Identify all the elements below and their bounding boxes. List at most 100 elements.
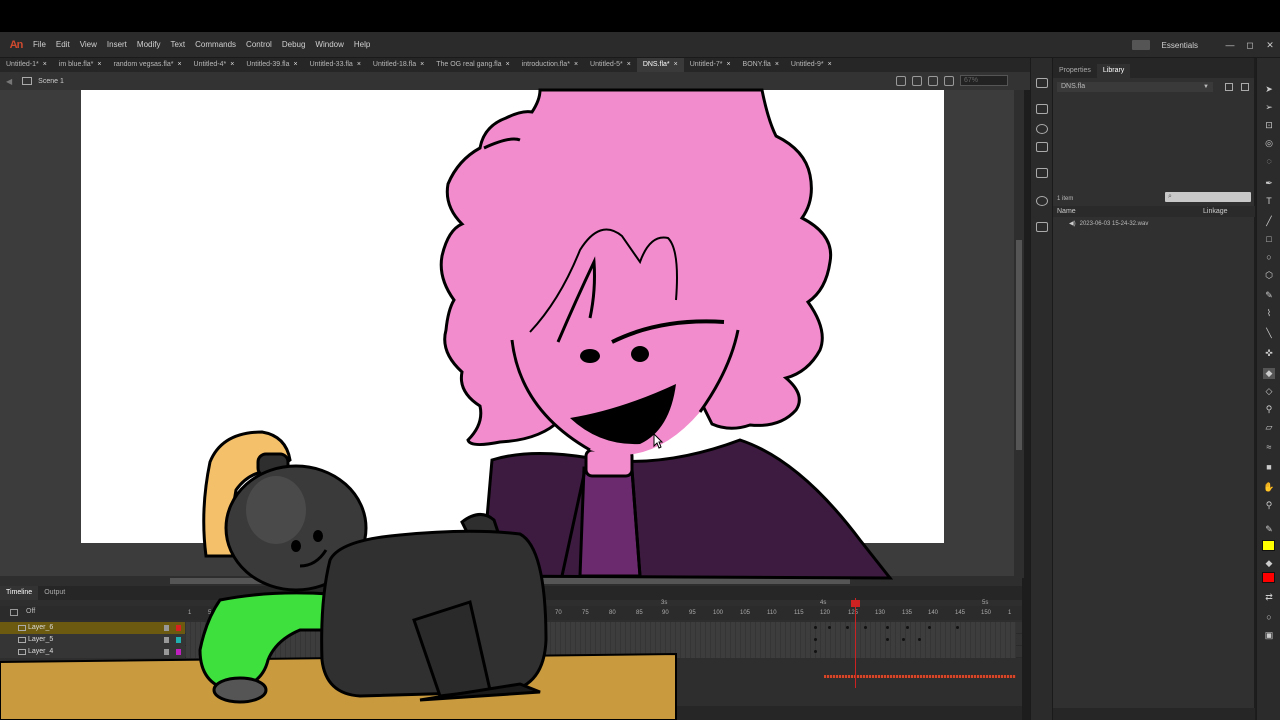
- close-tab-icon[interactable]: ×: [294, 61, 298, 68]
- keyframe[interactable]: [814, 650, 817, 653]
- keyframe[interactable]: [814, 638, 817, 641]
- layer-frames[interactable]: [186, 646, 1016, 658]
- doc-tab[interactable]: random vegsas.fla* ×: [108, 58, 188, 72]
- keyframe[interactable]: [814, 626, 817, 629]
- horizontal-scrollbar[interactable]: [0, 576, 1022, 586]
- menu-control[interactable]: Control: [241, 40, 277, 49]
- minimize-button[interactable]: —: [1220, 40, 1240, 50]
- line-tool-icon[interactable]: ╱: [1263, 216, 1275, 227]
- keyframe[interactable]: [886, 638, 889, 641]
- subselect-tool-icon[interactable]: ➢: [1263, 102, 1275, 113]
- tab-properties[interactable]: Properties: [1053, 64, 1097, 78]
- sync-settings-icon[interactable]: [1131, 40, 1150, 50]
- scroll-thumb[interactable]: [170, 578, 850, 584]
- library-item[interactable]: ◀) 2023-06-03 15-24-32.wav: [1069, 220, 1148, 227]
- transform-panel-icon[interactable]: [1036, 142, 1048, 152]
- doc-tab[interactable]: Untitled-5* ×: [584, 58, 637, 72]
- keyframe[interactable]: [828, 626, 831, 629]
- center-stage-icon[interactable]: [928, 75, 938, 86]
- edit-scene-icon[interactable]: [896, 75, 906, 86]
- keyframe[interactable]: [956, 626, 959, 629]
- doc-tab[interactable]: Untitled-33.fla ×: [304, 58, 367, 72]
- snap-icon[interactable]: ▣: [1263, 630, 1275, 641]
- playhead[interactable]: [855, 598, 856, 688]
- vertical-scrollbar[interactable]: [1014, 90, 1024, 578]
- close-tab-icon[interactable]: ×: [627, 61, 631, 68]
- scroll-thumb[interactable]: [1016, 240, 1022, 450]
- onion-skin-icon[interactable]: [10, 609, 18, 616]
- doc-tab[interactable]: Untitled-39.fla ×: [240, 58, 303, 72]
- menu-help[interactable]: Help: [349, 40, 375, 49]
- pen-tool-icon[interactable]: ✒: [1263, 178, 1275, 189]
- close-tab-icon[interactable]: ×: [775, 61, 779, 68]
- keyframe[interactable]: [886, 626, 889, 629]
- layer-name[interactable]: Layer_5: [28, 636, 53, 643]
- doc-tab[interactable]: Untitled-4* ×: [188, 58, 241, 72]
- close-tab-icon[interactable]: ×: [357, 61, 361, 68]
- layers-panel-icon[interactable]: [1036, 104, 1048, 114]
- close-tab-icon[interactable]: ×: [420, 61, 424, 68]
- keyframe[interactable]: [902, 638, 905, 641]
- layer-name[interactable]: Layer_6: [28, 624, 53, 631]
- tab-library[interactable]: Library: [1096, 64, 1131, 78]
- paint-bucket-tool-icon[interactable]: ◆: [1263, 368, 1275, 379]
- maximize-button[interactable]: ◻: [1240, 40, 1260, 51]
- layer-outline-color[interactable]: [176, 625, 181, 631]
- width-tool-icon[interactable]: ≈: [1263, 442, 1275, 453]
- layer-outline-color[interactable]: [176, 637, 181, 643]
- layer-cell[interactable]: Layer_5: [0, 634, 185, 646]
- layer-frames[interactable]: [186, 622, 1016, 634]
- clip-content-icon[interactable]: [944, 75, 954, 86]
- lock-icon[interactable]: [164, 625, 169, 631]
- keyframe[interactable]: [928, 626, 931, 629]
- close-window-button[interactable]: ✕: [1260, 40, 1280, 51]
- keyframe[interactable]: [906, 626, 909, 629]
- doc-tab[interactable]: Untitled-18.fla ×: [367, 58, 430, 72]
- ink-bottle-tool-icon[interactable]: ◇: [1263, 386, 1275, 397]
- info-icon[interactable]: [1036, 124, 1048, 134]
- fill-color-swatch[interactable]: [1262, 572, 1275, 583]
- layer-name[interactable]: Layer_4: [28, 648, 53, 655]
- camera-tool-icon[interactable]: ■: [1263, 462, 1275, 473]
- library-search-input[interactable]: ⌕: [1165, 192, 1251, 202]
- polystar-tool-icon[interactable]: ⬡: [1263, 270, 1275, 281]
- close-tab-icon[interactable]: ×: [230, 61, 234, 68]
- column-name[interactable]: Name: [1057, 208, 1076, 215]
- bone-tool-icon[interactable]: ✜: [1263, 348, 1275, 359]
- pin-icon[interactable]: [1225, 83, 1233, 91]
- library-document-select[interactable]: DNS.fla ▼: [1057, 82, 1213, 92]
- column-linkage[interactable]: Linkage: [1203, 208, 1228, 215]
- close-tab-icon[interactable]: ×: [674, 61, 678, 68]
- text-tool-icon[interactable]: T: [1263, 196, 1275, 207]
- motion-presets-icon[interactable]: [1036, 168, 1048, 178]
- doc-tab[interactable]: Untitled-7* ×: [684, 58, 737, 72]
- menu-commands[interactable]: Commands: [190, 40, 241, 49]
- close-tab-icon[interactable]: ×: [828, 61, 832, 68]
- color-panel-icon[interactable]: [1036, 196, 1048, 206]
- keyframe[interactable]: [864, 626, 867, 629]
- doc-tab[interactable]: Untitled-9* ×: [785, 58, 838, 72]
- menu-window[interactable]: Window: [310, 40, 348, 49]
- align-panel-icon[interactable]: [1036, 78, 1048, 88]
- pencil-tool-icon[interactable]: ✎: [1263, 290, 1275, 301]
- paint-brush-tool-icon[interactable]: ╲: [1263, 328, 1275, 339]
- swap-colors-icon[interactable]: ⇄: [1263, 592, 1275, 603]
- doc-tab[interactable]: im blue.fla* ×: [53, 58, 108, 72]
- edit-symbol-icon[interactable]: [912, 75, 922, 86]
- layer-frames[interactable]: [186, 634, 1016, 646]
- lasso-tool-icon[interactable]: ◌: [1263, 156, 1275, 167]
- transform-tool-icon[interactable]: ⊡: [1263, 120, 1275, 131]
- eyedropper-tool-icon[interactable]: ⚲: [1263, 404, 1275, 415]
- select-tool-icon[interactable]: ➤: [1263, 84, 1275, 95]
- doc-tab[interactable]: Untitled-1* ×: [0, 58, 53, 72]
- menu-insert[interactable]: Insert: [102, 40, 132, 49]
- layer-cell[interactable]: Layer_6: [0, 622, 185, 634]
- workspace-switcher[interactable]: Essentials: [1162, 41, 1198, 50]
- menu-edit[interactable]: Edit: [51, 40, 75, 49]
- layer-row[interactable]: Layer_6: [0, 622, 1022, 634]
- close-tab-icon[interactable]: ×: [177, 61, 181, 68]
- menu-debug[interactable]: Debug: [277, 40, 311, 49]
- menu-modify[interactable]: Modify: [132, 40, 166, 49]
- zoom-select[interactable]: 67%: [960, 75, 1008, 86]
- hand-tool-icon[interactable]: ✋: [1263, 482, 1275, 493]
